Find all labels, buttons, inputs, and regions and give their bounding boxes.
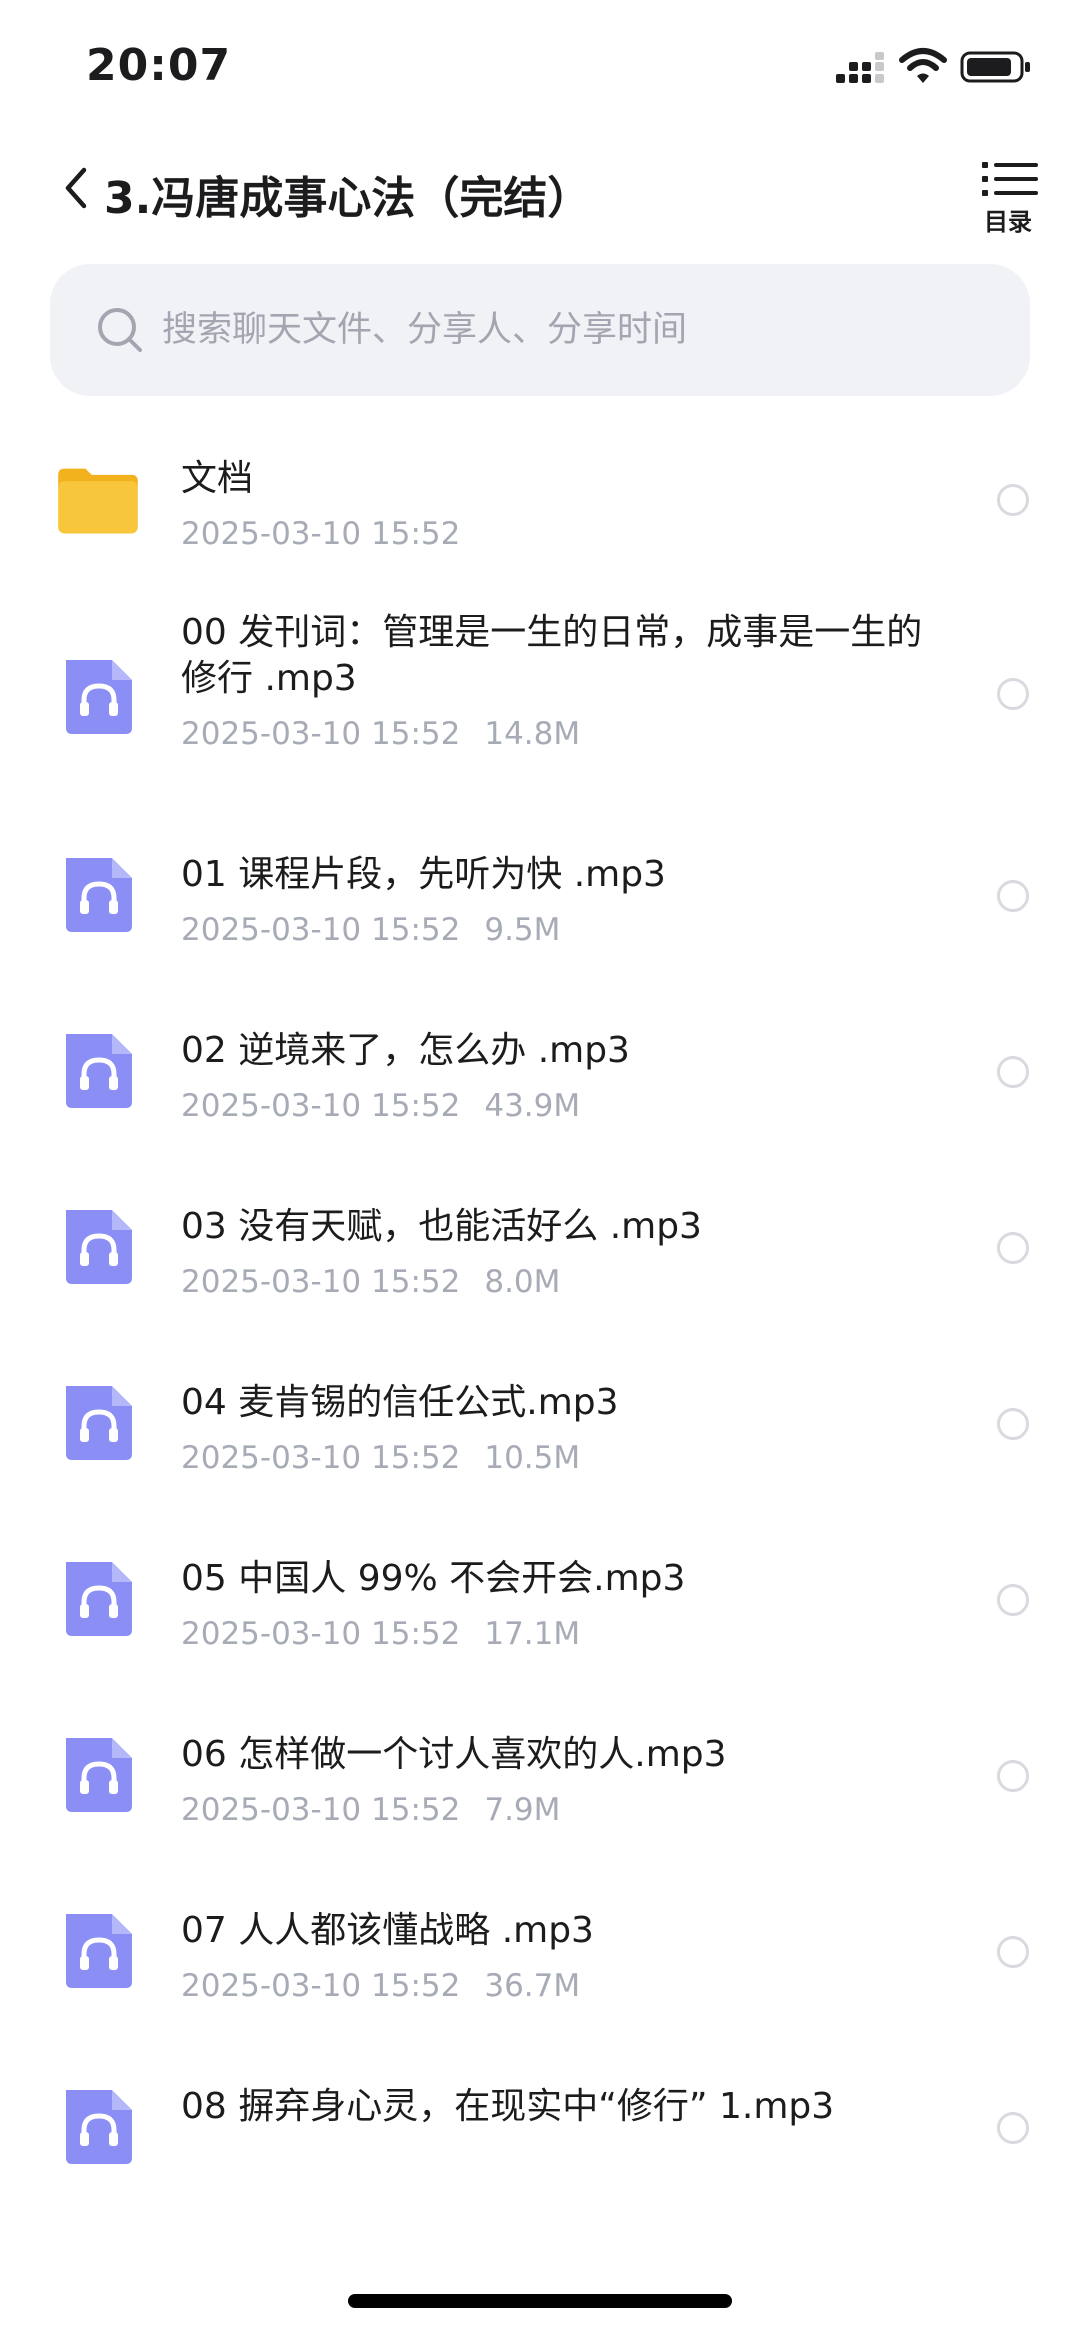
battery-icon (960, 51, 1030, 83)
file-size: 17.1M (484, 1616, 581, 1652)
file-name: 03 没有天赋，也能活好么 .mp3 (181, 1206, 702, 1247)
back-arrow-icon[interactable] (58, 164, 94, 212)
file-date: 2025-03-10 15:52 (181, 1088, 461, 1124)
file-size: 36.7M (484, 1968, 581, 2004)
select-radio[interactable] (997, 484, 1029, 516)
file-size: 7.9M (484, 1792, 561, 1828)
file-text: 01 课程片段，先听为快 .mp3 2025-03-10 15:52 9.5M (181, 852, 941, 950)
audio-file-icon (66, 1738, 132, 1812)
file-date: 2025-03-10 15:52 (181, 516, 461, 552)
file-text: 02 逆境来了，怎么办 .mp3 2025-03-10 15:52 43.9M (181, 1028, 941, 1126)
file-name: 02 逆境来了，怎么办 .mp3 (181, 1030, 630, 1071)
select-radio[interactable] (997, 678, 1029, 710)
select-radio[interactable] (997, 1760, 1029, 1792)
file-name: 00 发刊词：管理是一生的日常，成事是一生的修行 .mp3 (181, 612, 923, 699)
file-name: 06 怎样做一个讨人喜欢的人.mp3 (181, 1734, 727, 1775)
file-list: 文档 2025-03-10 15:52 00 发刊词：管理是一生的日常，成事是一生的… (0, 410, 1080, 2178)
file-text: 04 麦肯锡的信任公式.mp3 2025-03-10 15:52 10.5M (181, 1380, 941, 1478)
wifi-icon (899, 48, 947, 83)
file-name: 文档 (181, 458, 254, 499)
select-radio[interactable] (997, 1232, 1029, 1264)
file-text: 05 中国人 99% 不会开会.mp3 2025-03-10 15:52 17.1M (181, 1556, 941, 1654)
file-date: 2025-03-10 15:52 (181, 1792, 461, 1828)
file-text: 03 没有天赋，也能活好么 .mp3 2025-03-10 15:52 8.0M (181, 1204, 941, 1302)
status-time: 20:07 (86, 40, 232, 91)
file-date: 2025-03-10 15:52 (181, 1968, 461, 2004)
file-text: 文档 2025-03-10 15:52 (181, 456, 941, 554)
cellular-signal-icon (836, 52, 884, 83)
toc-button[interactable]: 目录 (976, 160, 1040, 236)
file-row[interactable]: 01 课程片段，先听为快 .mp3 2025-03-10 15:52 9.5M (0, 806, 1080, 982)
nav-bar: 3.冯唐成事心法（完结） 目录 (0, 150, 1080, 236)
file-row[interactable]: 05 中国人 99% 不会开会.mp3 2025-03-10 15:52 17.1M (0, 1510, 1080, 1686)
audio-file-icon (66, 1210, 132, 1284)
select-radio[interactable] (997, 1584, 1029, 1616)
file-meta: 2025-03-10 15:52 7.9M (181, 1790, 941, 1830)
file-size: 9.5M (484, 912, 561, 948)
file-date: 2025-03-10 15:52 (181, 716, 461, 752)
audio-file-icon (66, 1386, 132, 1460)
file-text: 07 人人都该懂战略 .mp3 2025-03-10 15:52 36.7M (181, 1908, 941, 2006)
screen: 20:07 3.冯唐成事心法（完结） 目录 搜索聊天文件、分享人、分享时间 文档… (0, 0, 1080, 2337)
file-row[interactable]: 03 没有天赋，也能活好么 .mp3 2025-03-10 15:52 8.0M (0, 1158, 1080, 1334)
search-icon (98, 308, 142, 352)
toc-label: 目录 (984, 208, 1032, 236)
file-size: 10.5M (484, 1440, 581, 1476)
file-row[interactable]: 07 人人都该懂战略 .mp3 2025-03-10 15:52 36.7M (0, 1862, 1080, 2038)
file-name: 01 课程片段，先听为快 .mp3 (181, 854, 666, 895)
file-row[interactable]: 02 逆境来了，怎么办 .mp3 2025-03-10 15:52 43.9M (0, 982, 1080, 1158)
file-meta: 2025-03-10 15:52 17.1M (181, 1614, 941, 1654)
select-radio[interactable] (997, 1056, 1029, 1088)
folder-icon (58, 468, 138, 534)
page-title: 3.冯唐成事心法（完结） (104, 173, 592, 224)
audio-file-icon (66, 2090, 132, 2164)
folder-row[interactable]: 文档 2025-03-10 15:52 (0, 410, 1080, 586)
file-date: 2025-03-10 15:52 (181, 1440, 461, 1476)
search-bar[interactable] (50, 264, 1030, 396)
file-name: 05 中国人 99% 不会开会.mp3 (181, 1558, 686, 1599)
file-row[interactable]: 08 摒弃身心灵，在现实中“修行” 1.mp3 (0, 2038, 1080, 2178)
file-date: 2025-03-10 15:52 (181, 1616, 461, 1652)
file-meta: 2025-03-10 15:52 36.7M (181, 1966, 941, 2006)
file-meta: 2025-03-10 15:52 14.8M (181, 714, 941, 754)
select-radio[interactable] (997, 1408, 1029, 1440)
audio-file-icon (66, 1562, 132, 1636)
file-name: 07 人人都该懂战略 .mp3 (181, 1910, 594, 1951)
file-row[interactable]: 04 麦肯锡的信任公式.mp3 2025-03-10 15:52 10.5M (0, 1334, 1080, 1510)
file-text: 00 发刊词：管理是一生的日常，成事是一生的修行 .mp3 2025-03-10 … (181, 610, 941, 754)
file-meta: 2025-03-10 15:52 (181, 514, 941, 554)
audio-file-icon (66, 1914, 132, 1988)
select-radio[interactable] (997, 1936, 1029, 1968)
list-icon (982, 162, 1038, 196)
file-row[interactable]: 06 怎样做一个讨人喜欢的人.mp3 2025-03-10 15:52 7.9M (0, 1686, 1080, 1862)
status-bar: 20:07 (0, 0, 1080, 135)
file-date: 2025-03-10 15:52 (181, 1264, 461, 1300)
file-meta: 2025-03-10 15:52 9.5M (181, 910, 941, 950)
file-size: 14.8M (484, 716, 581, 752)
file-size: 43.9M (484, 1088, 581, 1124)
audio-file-icon (66, 1034, 132, 1108)
file-text: 06 怎样做一个讨人喜欢的人.mp3 2025-03-10 15:52 7.9M (181, 1732, 941, 1830)
file-meta: 2025-03-10 15:52 10.5M (181, 1438, 941, 1478)
select-radio[interactable] (997, 2112, 1029, 2144)
home-indicator[interactable] (348, 2294, 732, 2308)
file-text: 08 摒弃身心灵，在现实中“修行” 1.mp3 (181, 2084, 941, 2130)
file-date: 2025-03-10 15:52 (181, 912, 461, 948)
select-radio[interactable] (997, 880, 1029, 912)
audio-file-icon (66, 858, 132, 932)
file-name: 04 麦肯锡的信任公式.mp3 (181, 1382, 619, 1423)
audio-file-icon (66, 660, 132, 734)
file-row[interactable]: 00 发刊词：管理是一生的日常，成事是一生的修行 .mp3 2025-03-10 … (0, 586, 1080, 806)
file-meta: 2025-03-10 15:52 43.9M (181, 1086, 941, 1126)
file-size: 8.0M (484, 1264, 561, 1300)
search-input[interactable] (162, 298, 982, 362)
file-meta: 2025-03-10 15:52 8.0M (181, 1262, 941, 1302)
file-name: 08 摒弃身心灵，在现实中“修行” 1.mp3 (181, 2086, 835, 2127)
